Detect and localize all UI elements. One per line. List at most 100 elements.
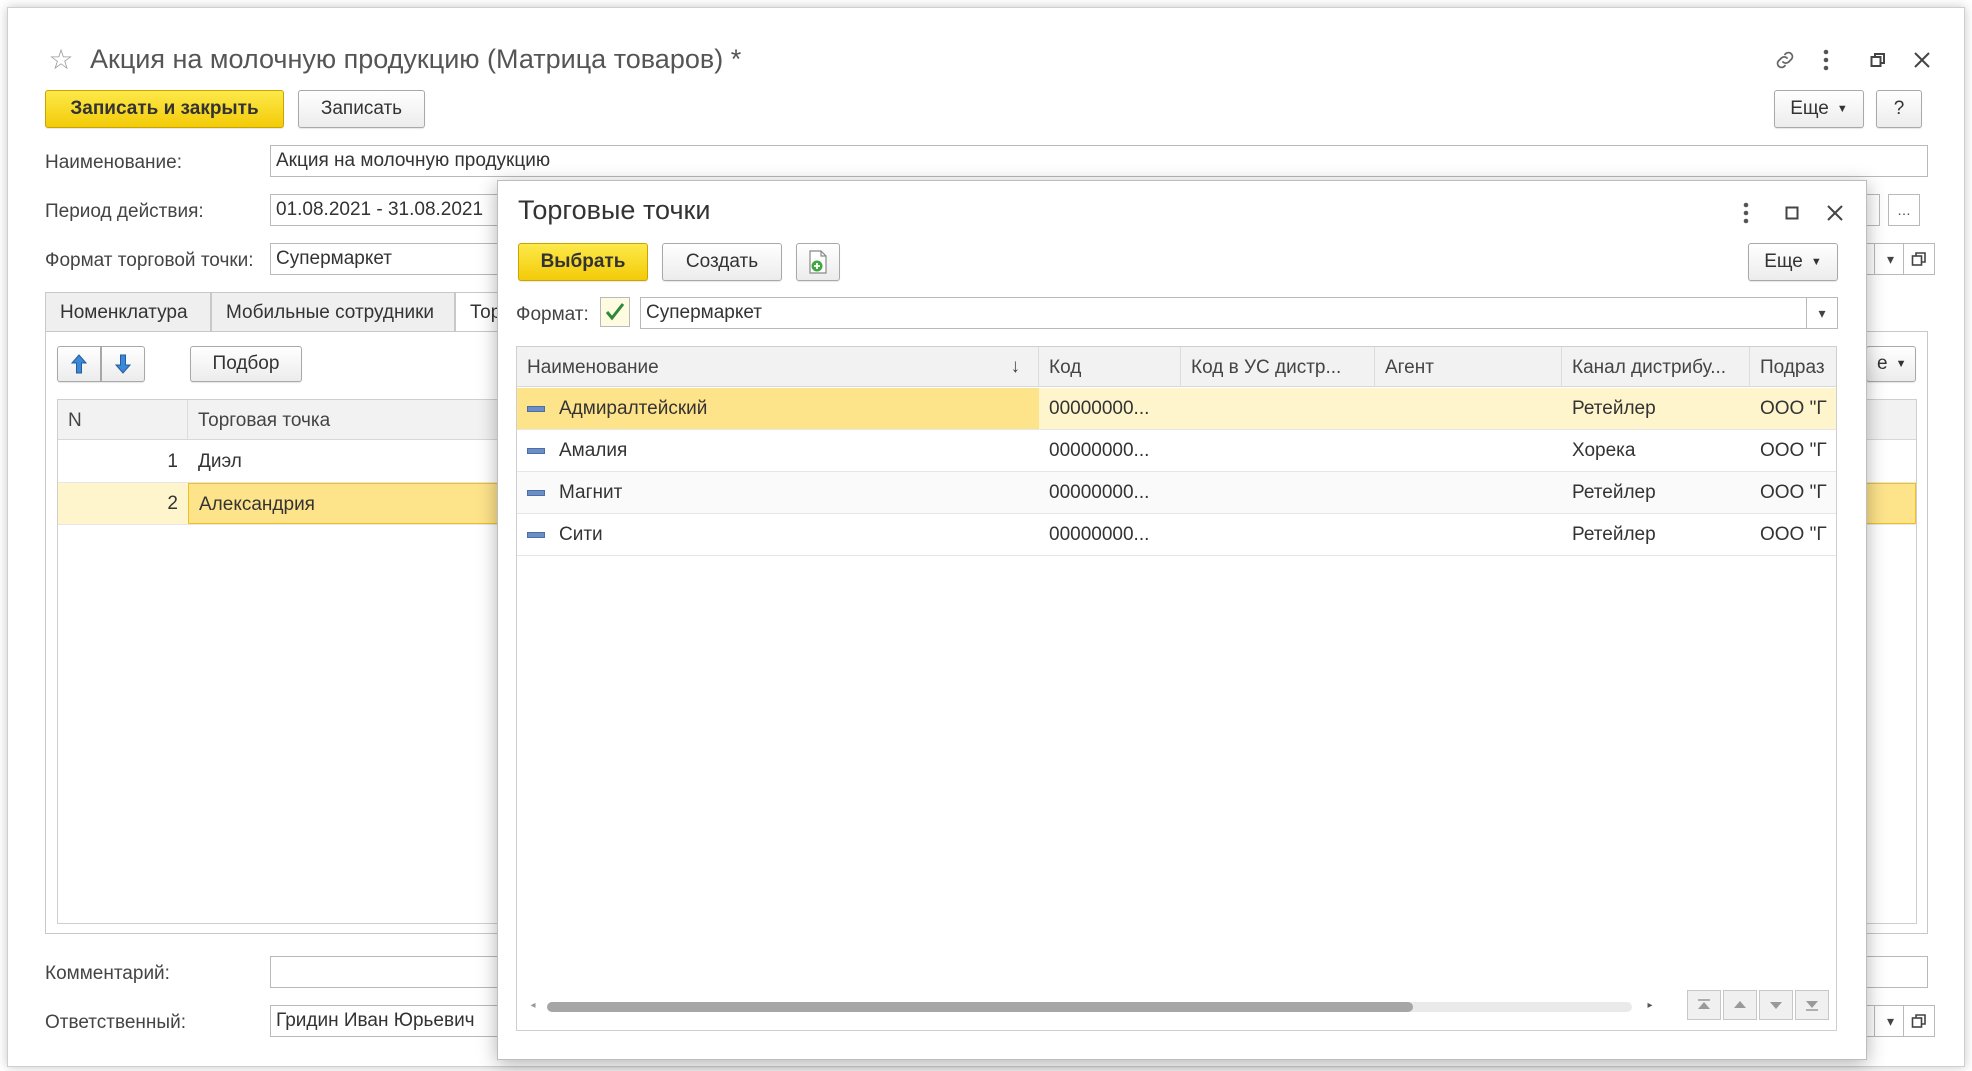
column-header-agent[interactable]: Агент (1375, 347, 1562, 387)
column-header-code[interactable]: Код (1039, 347, 1181, 387)
last-page-icon (1806, 1001, 1818, 1011)
period-label: Период действия: (45, 201, 204, 222)
column-header-name[interactable]: Наименование ↓ (517, 347, 1039, 387)
list-item-selected[interactable]: Адмиралтейский 00000000... Ретейлер ООО … (517, 388, 1836, 430)
item-name-text: Адмиралтейский (559, 398, 708, 419)
item-code: 00000000... (1049, 398, 1150, 419)
save-and-close-button[interactable]: Записать и закрыть (45, 90, 284, 128)
item-name-text: Магнит (559, 482, 623, 503)
pick-button[interactable]: Подбор (190, 346, 302, 382)
dialog-more-vertical-icon[interactable] (1736, 199, 1756, 227)
more-button-label: Еще (1790, 98, 1829, 119)
scroll-left-icon[interactable]: ◂ (527, 998, 539, 1012)
list-item[interactable]: Сити 00000000... Ретейлер ООО "Г (517, 514, 1836, 556)
list-item[interactable]: Амалия 00000000... Хорека ООО "Г (517, 430, 1836, 472)
item-us-code (1181, 514, 1375, 555)
item-code: 00000000... (1049, 440, 1150, 461)
row-number: 2 (167, 493, 178, 514)
item-icon (527, 447, 545, 454)
close-icon[interactable] (1910, 48, 1934, 72)
move-up-button[interactable] (57, 346, 101, 382)
link-icon[interactable] (1771, 46, 1799, 74)
item-name-text: Сити (559, 524, 603, 545)
column-header-channel[interactable]: Канал дистрибу... (1562, 347, 1750, 387)
list-item[interactable]: Магнит 00000000... Ретейлер ООО "Г (517, 472, 1836, 514)
format-filter-checkbox[interactable] (600, 297, 630, 327)
column-header-division[interactable]: Подраз (1750, 347, 1836, 387)
item-agent (1375, 472, 1562, 513)
item-name: Магнит (517, 472, 1039, 513)
item-us-code (1181, 388, 1375, 429)
item-name: Амалия (517, 430, 1039, 471)
select-button[interactable]: Выбрать (518, 243, 648, 281)
dialog-more-button[interactable]: Еще ▼ (1748, 243, 1838, 281)
scroll-to-bottom-button[interactable] (1795, 990, 1829, 1020)
item-icon (527, 531, 545, 538)
add-document-icon (809, 250, 827, 274)
period-select-button[interactable]: … (1888, 194, 1920, 226)
dropdown-arrow-icon: ▼ (1836, 103, 1848, 115)
item-icon (527, 489, 545, 496)
dialog-close-icon[interactable] (1823, 201, 1847, 225)
favorite-star-icon[interactable]: ☆ (46, 44, 76, 75)
window-title: Акция на молочную продукцию (Матрица тов… (90, 44, 742, 74)
arrow-up-icon (70, 354, 88, 374)
format-filter-dropdown-icon[interactable]: ▾ (1806, 297, 1838, 329)
item-division: ООО "Г (1760, 440, 1827, 461)
maximize-icon[interactable] (1780, 201, 1804, 225)
arrow-down-icon (114, 354, 132, 374)
column-header-name-label: Наименование (527, 357, 659, 378)
outlets-list-header: Наименование ↓ Код Код в УС дистр... Аге… (517, 347, 1836, 387)
item-agent (1375, 430, 1562, 471)
format-open-icon[interactable] (1903, 243, 1935, 275)
outlets-dialog: Торговые точки Выбрать Создать Еще ▼ Фор… (497, 180, 1867, 1060)
item-channel: Ретейлер (1572, 524, 1656, 545)
scroll-right-icon[interactable]: ▸ (1644, 998, 1656, 1012)
responsible-label: Ответственный: (45, 1012, 186, 1033)
more-vertical-icon[interactable] (1816, 46, 1836, 74)
item-agent (1375, 388, 1562, 429)
item-name-text: Амалия (559, 440, 628, 461)
create-button[interactable]: Создать (662, 243, 782, 281)
format-label: Формат торговой точки: (45, 250, 254, 271)
item-channel: Хорека (1572, 440, 1636, 461)
item-channel: Ретейлер (1572, 482, 1656, 503)
help-button[interactable]: ? (1876, 90, 1922, 128)
item-us-code (1181, 430, 1375, 471)
item-name: Сити (517, 514, 1039, 555)
move-down-button[interactable] (101, 346, 145, 382)
column-header-n[interactable]: N (58, 400, 188, 440)
outlets-list: Наименование ↓ Код Код в УС дистр... Аге… (516, 346, 1837, 1031)
name-label: Наименование: (45, 152, 182, 173)
format-filter-input[interactable]: Супермаркет (640, 297, 1837, 329)
dialog-title: Торговые точки (518, 195, 711, 225)
dropdown-arrow-icon: ▼ (1895, 358, 1907, 370)
page-down-icon (1770, 1002, 1782, 1009)
scroll-page-up-button[interactable] (1723, 990, 1757, 1020)
tab-more-label: е (1877, 353, 1888, 374)
restore-window-icon[interactable] (1866, 48, 1890, 72)
scroll-page-down-button[interactable] (1759, 990, 1793, 1020)
tab-nomenclature[interactable]: Номенклатура (45, 292, 211, 332)
column-header-us-code[interactable]: Код в УС дистр... (1181, 347, 1375, 387)
responsible-open-icon[interactable] (1903, 1005, 1935, 1037)
name-input[interactable]: Акция на молочную продукцию (270, 145, 1928, 177)
sort-down-icon: ↓ (1010, 356, 1021, 377)
more-button[interactable]: Еще ▼ (1774, 90, 1864, 128)
tab-more-button[interactable]: е ▼ (1866, 346, 1916, 382)
dropdown-arrow-icon: ▼ (1810, 256, 1822, 268)
horizontal-scrollbar[interactable] (547, 1002, 1632, 1012)
comment-label: Комментарий: (45, 963, 170, 984)
scrollbar-thumb[interactable] (547, 1002, 1413, 1012)
create-copy-button[interactable] (796, 243, 840, 281)
item-code: 00000000... (1049, 482, 1150, 503)
item-us-code (1181, 472, 1375, 513)
save-button[interactable]: Записать (298, 90, 425, 128)
item-division: ООО "Г (1760, 524, 1827, 545)
tab-mobile-employees[interactable]: Мобильные сотрудники (211, 292, 455, 332)
scroll-to-top-button[interactable] (1687, 990, 1721, 1020)
checkmark-icon (605, 303, 625, 321)
first-page-icon (1698, 999, 1710, 1009)
item-code: 00000000... (1049, 524, 1150, 545)
item-name: Адмиралтейский (517, 388, 1039, 429)
